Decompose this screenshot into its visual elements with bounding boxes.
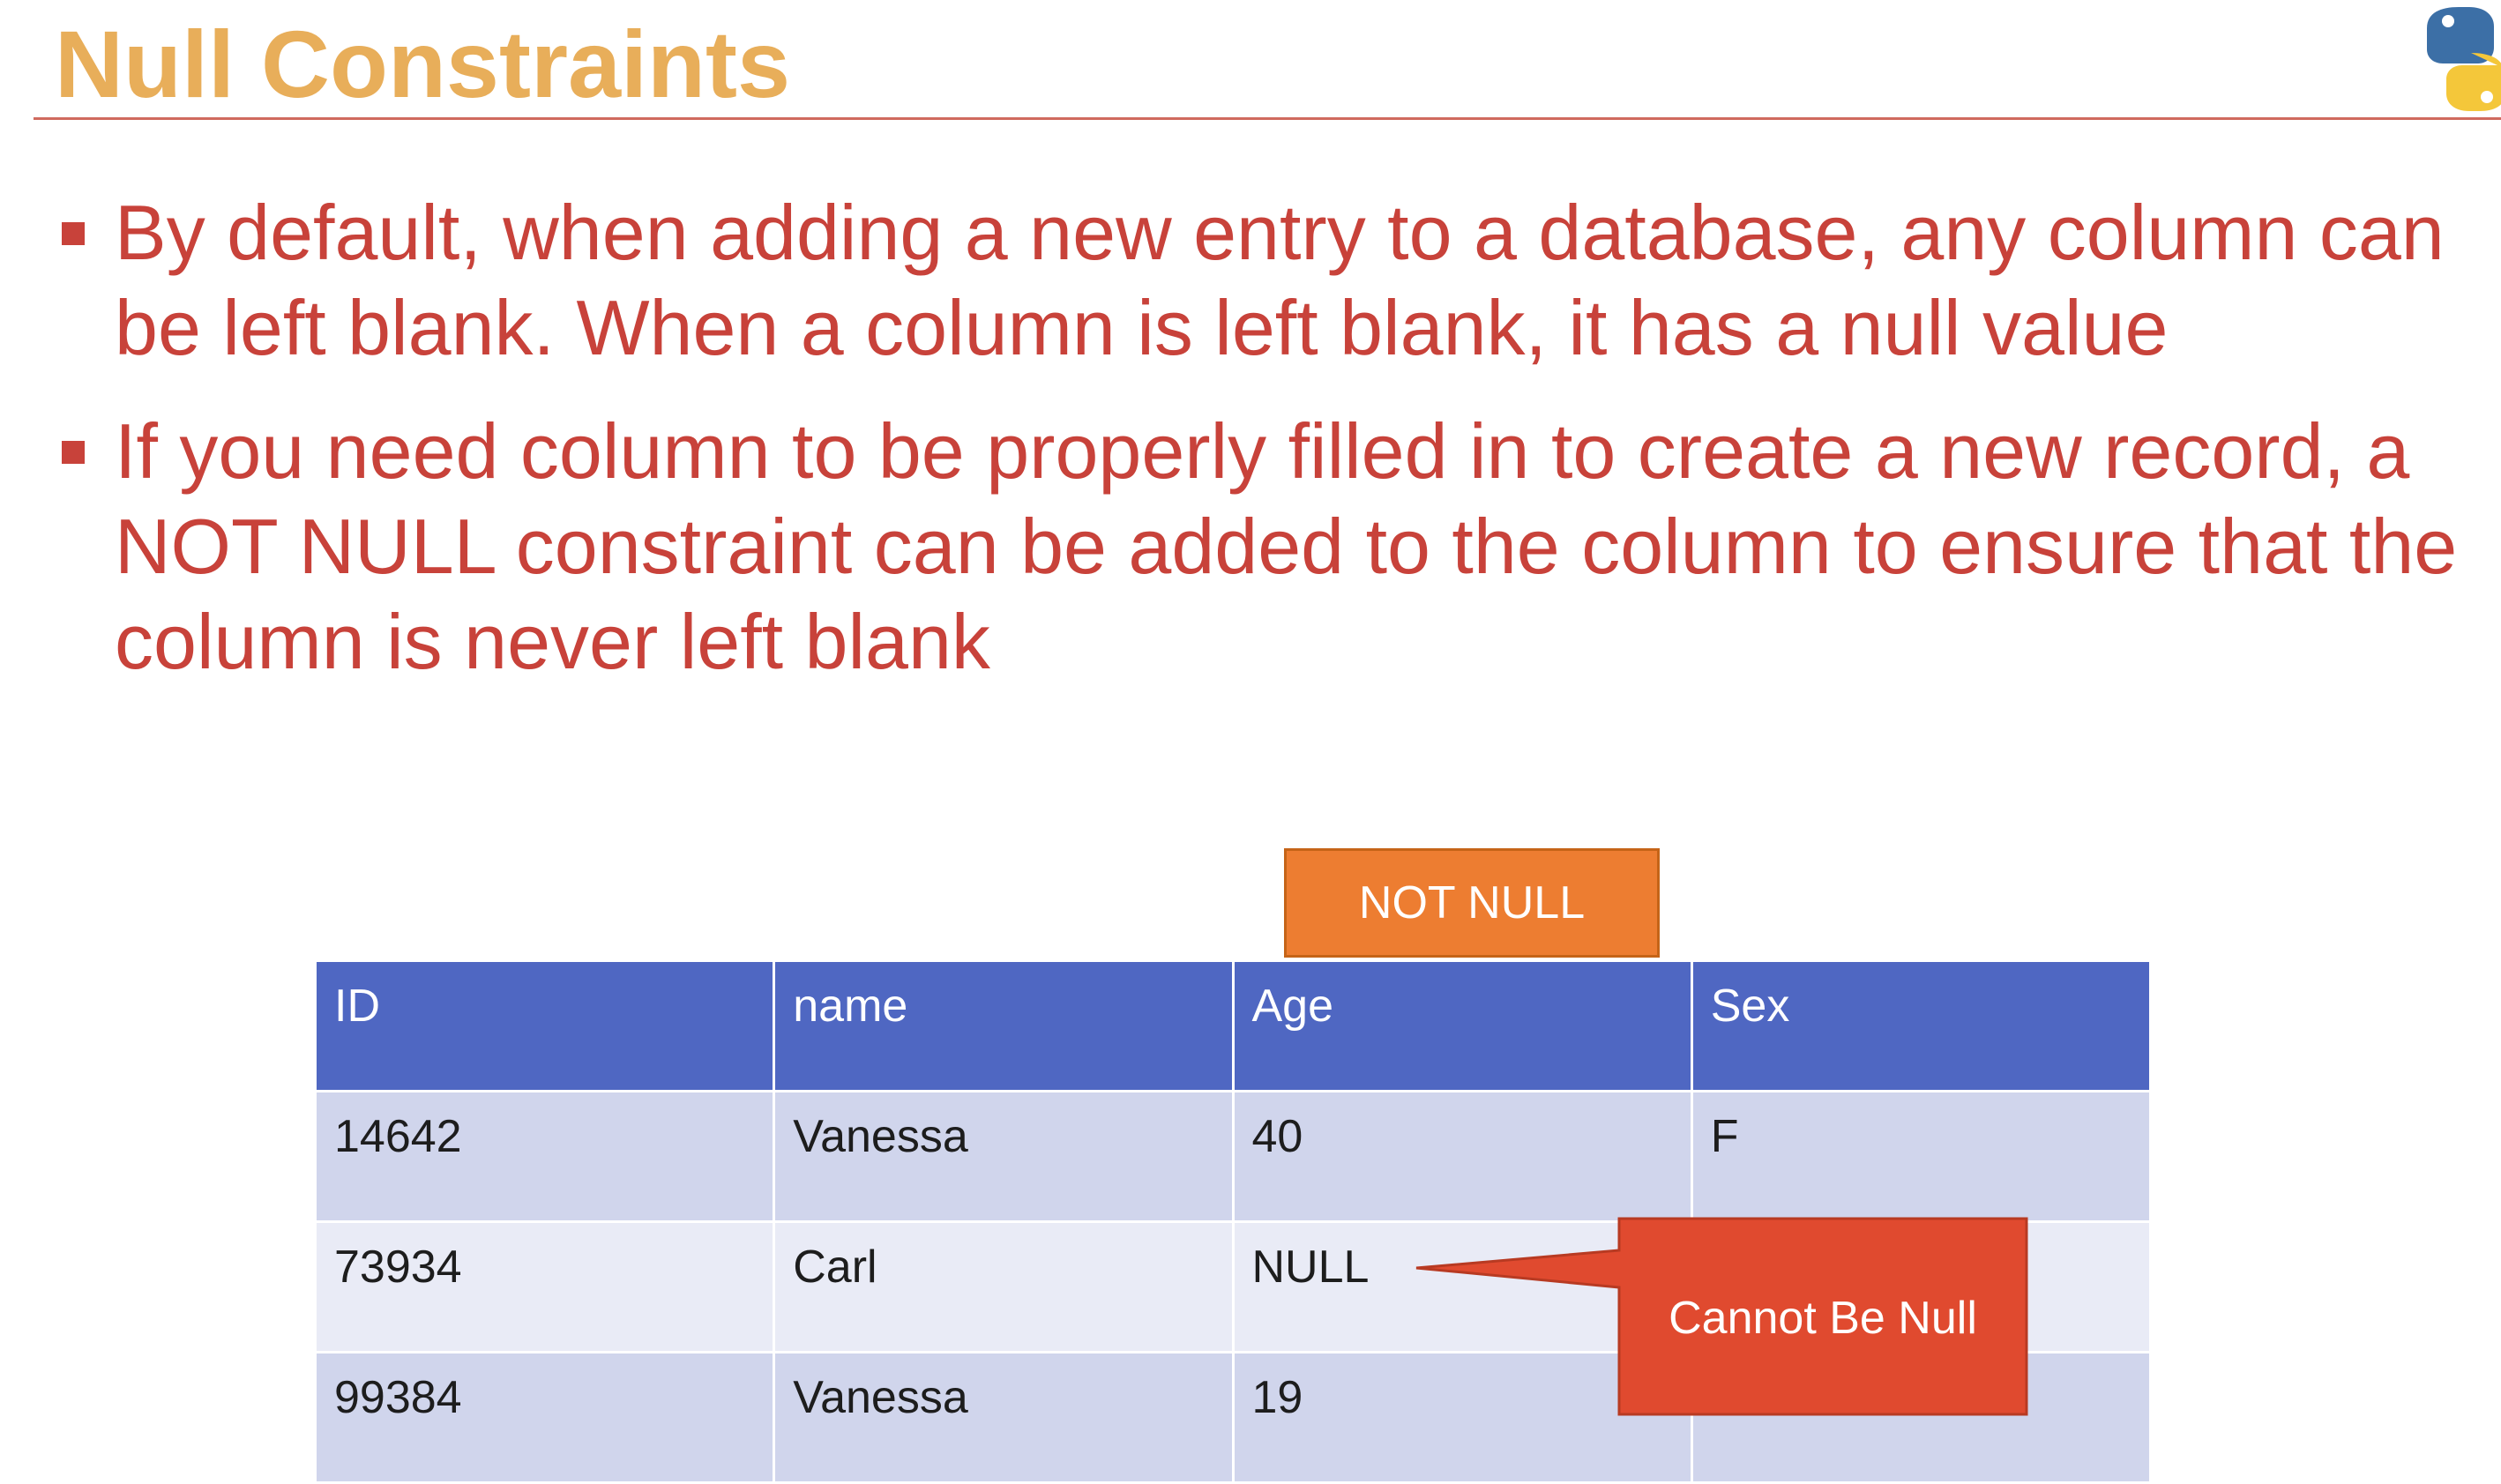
bullet-item: If you need column to be properly filled… bbox=[53, 404, 2501, 690]
cell-id: 73934 bbox=[313, 1220, 776, 1353]
bullet-text: If you need column to be properly filled… bbox=[115, 407, 2458, 685]
callout-text: Cannot Be Null bbox=[1669, 1293, 1977, 1344]
table-header-row: ID name Age Sex bbox=[313, 959, 2153, 1092]
bullet-text: By default, when adding a new entry to a… bbox=[115, 189, 2445, 371]
cell-name: Vanessa bbox=[773, 1090, 1235, 1223]
bullet-item: By default, when adding a new entry to a… bbox=[53, 185, 2501, 376]
slide-title: Null Constraints bbox=[55, 11, 791, 117]
python-logo-icon bbox=[2427, 7, 2501, 111]
cell-name: Carl bbox=[773, 1220, 1235, 1353]
bullet-marker-icon bbox=[62, 222, 85, 245]
bullet-list: By default, when adding a new entry to a… bbox=[53, 185, 2501, 718]
header-id: ID bbox=[313, 959, 776, 1092]
cell-name: Vanessa bbox=[773, 1351, 1235, 1484]
title-divider bbox=[34, 117, 2501, 120]
table-row: 14642 Vanessa 40 F bbox=[313, 1090, 2153, 1223]
cell-sex: F bbox=[1690, 1090, 2153, 1223]
header-age: Age bbox=[1231, 959, 1693, 1092]
cell-id: 14642 bbox=[313, 1090, 776, 1223]
slide: Null Constraints By default, when adding… bbox=[0, 0, 2501, 1484]
cell-id: 99384 bbox=[313, 1351, 776, 1484]
header-sex: Sex bbox=[1690, 959, 2153, 1092]
header-name: name bbox=[773, 959, 1235, 1092]
cell-age: 40 bbox=[1231, 1090, 1693, 1223]
bullet-marker-icon bbox=[62, 441, 85, 464]
not-null-tag: NOT NULL bbox=[1284, 848, 1660, 958]
